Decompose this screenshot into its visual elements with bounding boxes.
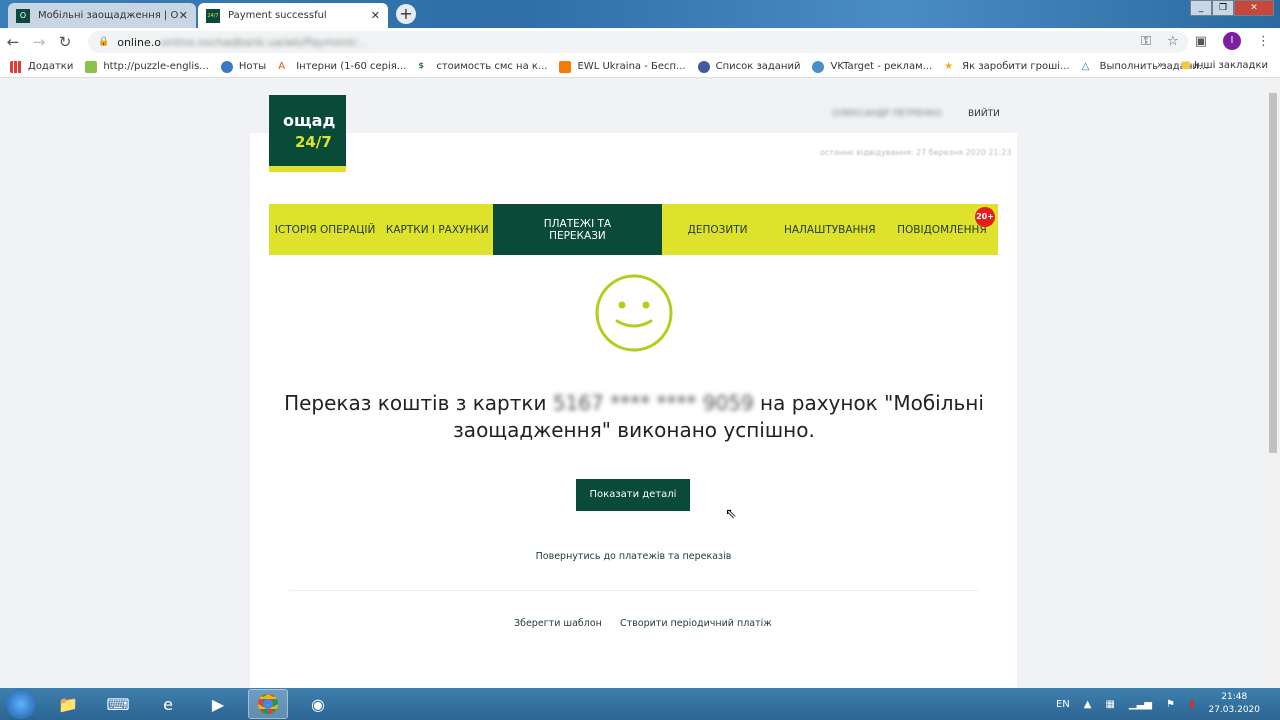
forward-arrow-icon[interactable]: → <box>26 33 52 51</box>
browser-titlebar: О Мобільні заощадження | Ощад ✕ 24/7 Pay… <box>0 0 1280 28</box>
bookmark-item[interactable]: $ стоимость смс на к... <box>418 61 547 73</box>
bookmark-item[interactable]: Ноты <box>220 60 266 73</box>
logout-link[interactable]: ВИЙТИ <box>968 109 1000 119</box>
network-app-icon[interactable]: ▦ <box>1105 699 1114 710</box>
clock[interactable]: 21:48 27.03.2020 <box>1208 691 1260 717</box>
chrome-icon[interactable] <box>248 689 288 719</box>
mouse-cursor-icon: ⇖ <box>725 506 737 522</box>
page-viewport: ощад 24/7 ОЛЕКСАНДР ПЕТРЕНКО ВИЙТИ остан… <box>0 79 1266 688</box>
divider <box>289 590 979 591</box>
tray-expand-icon[interactable]: ▲ <box>1084 699 1092 710</box>
menu-kebab-icon[interactable]: ⋮ <box>1257 34 1270 49</box>
sms-icon: $ <box>418 60 424 70</box>
explorer-icon[interactable]: 📁 <box>48 689 88 719</box>
signal-icon[interactable]: ▁▃▅ <box>1129 699 1152 710</box>
close-window-button[interactable]: ✕ <box>1234 0 1274 16</box>
create-periodic-payment-link[interactable]: Створити періодичний платіж <box>620 618 772 629</box>
tab-mobile-savings[interactable]: О Мобільні заощадження | Ощад ✕ <box>8 3 196 28</box>
main-menu: ІСТОРІЯ ОПЕРАЦІЙ КАРТКИ І РАХУНКИ ПЛАТЕЖ… <box>269 204 998 255</box>
close-tab-icon[interactable]: ✕ <box>371 9 380 22</box>
smiley-icon <box>595 274 673 352</box>
back-arrow-icon[interactable]: ← <box>0 33 26 51</box>
success-message: Переказ коштів з картки 5167 **** **** 9… <box>284 391 984 442</box>
windows-taskbar: 📁 ⌨ e ▶ ◉ EN ▲ ▦ ▁▃▅ ⚑ ▮ 21:48 27.03.202… <box>0 688 1280 720</box>
bookmark-item[interactable]: Список заданий <box>697 60 800 73</box>
profile-avatar[interactable]: I <box>1223 32 1241 50</box>
user-name: ОЛЕКСАНДР ПЕТРЕНКО <box>832 109 942 119</box>
power-icon[interactable]: ▮ <box>1189 699 1195 710</box>
menu-notifications[interactable]: ПОВІДОМЛЕННЯ 20+ <box>886 204 998 255</box>
notification-badge: 20+ <box>975 207 996 227</box>
menu-settings[interactable]: НАЛАШТУВАННЯ <box>774 204 886 255</box>
save-template-link[interactable]: Зберегти шаблон <box>514 618 602 629</box>
bookmark-item[interactable]: http://puzzle-englis... <box>85 60 209 73</box>
puzzle-icon <box>85 60 98 73</box>
letter-a-icon: A <box>278 60 286 72</box>
menu-cards-accounts[interactable]: КАРТКИ І РАХУНКИ <box>381 204 493 255</box>
extension-icon[interactable]: ▣ <box>1195 34 1207 49</box>
v-icon <box>697 60 710 73</box>
oschad247-favicon-icon: 24/7 <box>206 8 220 23</box>
tab-title: Payment successful <box>228 10 327 21</box>
obs-icon[interactable]: ◉ <box>298 689 338 719</box>
other-bookmarks[interactable]: ■ Інші закладки <box>1181 60 1268 71</box>
url-text: online.oonline.oschadbank.ua/wb/Payment/… <box>117 35 368 49</box>
start-button[interactable] <box>6 689 36 719</box>
minimize-button[interactable]: _ <box>1190 0 1212 16</box>
maximize-button[interactable]: ❐ <box>1212 0 1234 16</box>
media-player-icon[interactable]: ▶ <box>198 689 238 719</box>
oschad-favicon-icon: О <box>16 8 30 23</box>
flag-icon[interactable]: ⚑ <box>1166 699 1175 710</box>
page-scrollbar[interactable] <box>1266 79 1280 688</box>
reload-icon[interactable]: ↻ <box>52 33 78 51</box>
language-indicator[interactable]: EN <box>1056 699 1070 710</box>
menu-payments-transfers[interactable]: ПЛАТЕЖІ ТА ПЕРЕКАЗИ <box>493 204 662 255</box>
show-details-button[interactable]: Показати деталі <box>576 479 690 511</box>
scrollbar-thumb[interactable] <box>1269 93 1277 453</box>
menu-deposits[interactable]: ДЕПОЗИТИ <box>662 204 774 255</box>
globe-icon <box>220 60 233 73</box>
bookmark-apps[interactable]: Додатки <box>10 60 73 73</box>
keyboard-app-icon[interactable]: ⌨ <box>98 689 138 719</box>
tab-title: Мобільні заощадження | Ощад <box>38 10 178 21</box>
key-icon[interactable]: ⚿ <box>1141 34 1151 49</box>
back-to-payments-link[interactable]: Повернутись до платежів та переказів <box>250 551 1017 562</box>
triangle-icon: △ <box>1081 60 1090 72</box>
vktarget-icon <box>812 60 825 73</box>
menu-history[interactable]: ІСТОРІЯ ОПЕРАЦІЙ <box>269 204 381 255</box>
browser-toolbar: ← → ↻ 🔒 online.oonline.oschadbank.ua/wb/… <box>0 28 1280 56</box>
card-number: 5167 **** **** 9059 <box>552 391 754 415</box>
new-tab-button[interactable]: + <box>396 4 416 24</box>
tab-payment-successful[interactable]: 24/7 Payment successful ✕ <box>198 3 388 28</box>
last-visit: останнє відвідування: 27 березня 2020 21… <box>820 148 1012 157</box>
lock-icon: 🔒 <box>98 37 110 47</box>
bookmark-item[interactable]: EWL Ukraina - Бесп... <box>559 60 686 73</box>
oschad-logo[interactable]: ощад 24/7 <box>269 95 346 172</box>
star-icon[interactable]: ☆ <box>1167 34 1179 49</box>
bookmark-item[interactable]: ★ Як заробити гроші... <box>944 61 1069 73</box>
bookmark-item[interactable]: A Інтерни (1-60 серія... <box>278 61 406 73</box>
bookmark-item[interactable]: VKTarget - реклам... <box>812 60 932 73</box>
close-tab-icon[interactable]: ✕ <box>179 9 188 22</box>
bookmarks-bar: Додатки http://puzzle-englis... Ноты A Ін… <box>0 56 1280 78</box>
apps-grid-icon <box>10 60 22 73</box>
address-bar[interactable]: 🔒 online.oonline.oschadbank.ua/wb/Paymen… <box>88 31 1188 53</box>
star-icon: ★ <box>944 60 954 72</box>
internet-explorer-icon[interactable]: e <box>148 689 188 719</box>
more-bookmarks-button[interactable]: » <box>1157 60 1163 71</box>
folder-icon: ■ <box>1181 60 1191 71</box>
ewl-icon <box>559 60 572 73</box>
